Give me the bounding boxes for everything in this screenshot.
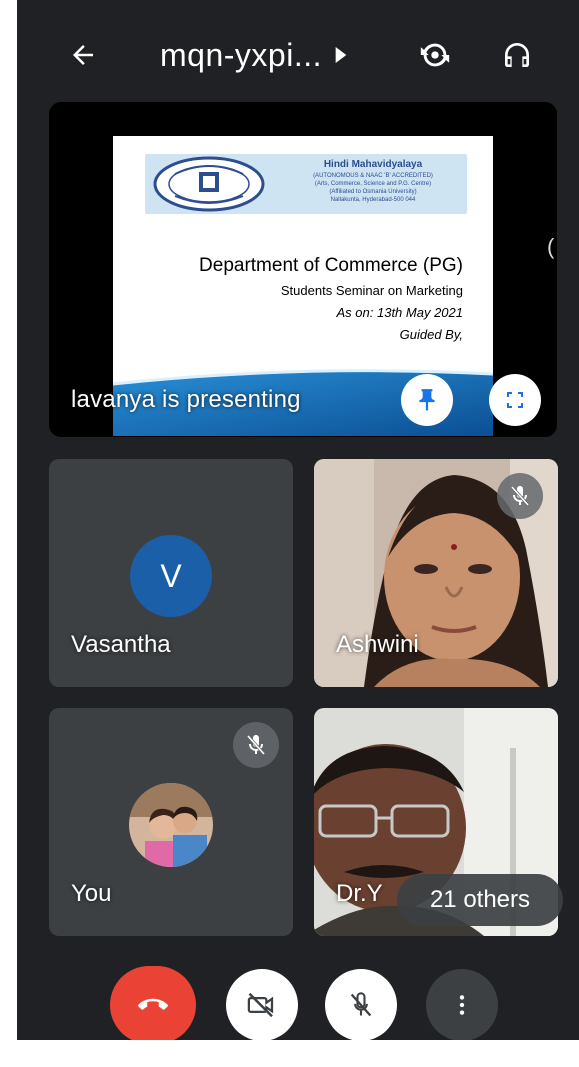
end-call-button[interactable] bbox=[110, 966, 196, 1040]
college-line: (Arts, Commerce, Science and P.G. Centre… bbox=[314, 181, 432, 187]
more-vert-icon bbox=[459, 995, 465, 1015]
mic-off-icon bbox=[350, 992, 372, 1017]
cropped-text: ( bbox=[547, 234, 555, 259]
meeting-title-button[interactable]: mqn-yxpi... bbox=[160, 37, 348, 73]
back-button[interactable] bbox=[59, 31, 107, 79]
college-name: Hindi Mahavidyalaya bbox=[323, 159, 423, 170]
pin-button[interactable] bbox=[401, 374, 453, 426]
participant-tile-vasantha[interactable]: V Vasantha bbox=[49, 459, 293, 687]
slide-guided-by: Guided By, bbox=[399, 327, 463, 342]
fullscreen-button[interactable] bbox=[489, 374, 541, 426]
presentation-tile[interactable]: Hindi Mahavidyalaya (AUTONOMOUS & NAAC '… bbox=[49, 102, 557, 437]
back-arrow-icon bbox=[73, 45, 93, 65]
pin-icon bbox=[419, 389, 435, 411]
switch-camera-icon bbox=[420, 43, 450, 67]
others-count-chip[interactable]: 21 others bbox=[397, 874, 563, 926]
muted-indicator bbox=[497, 473, 543, 519]
meet-call-screen: mqn-yxpi... Hindi Mahavidyalaya (AUTONOM… bbox=[17, 0, 579, 1040]
meeting-code: mqn-yxpi... bbox=[160, 36, 322, 73]
avatar bbox=[129, 783, 213, 867]
switch-camera-button[interactable] bbox=[411, 31, 459, 79]
participant-name: Ashwini bbox=[336, 631, 419, 658]
fullscreen-icon bbox=[507, 392, 523, 408]
camera-off-icon bbox=[247, 992, 274, 1018]
college-seal-logo bbox=[153, 156, 265, 212]
avatar: V bbox=[130, 535, 212, 617]
college-line: (Affiliated to Osmania University) bbox=[329, 189, 417, 195]
caret-right-icon bbox=[335, 47, 347, 63]
college-info: Hindi Mahavidyalaya (AUTONOMOUS & NAAC '… bbox=[283, 158, 463, 204]
participant-tile-you[interactable]: You bbox=[49, 708, 293, 936]
college-line: Nallakunta, Hyderabad-500 044 bbox=[330, 197, 416, 203]
profile-photo bbox=[129, 783, 213, 867]
participant-tile-ashwini[interactable]: Ashwini bbox=[314, 459, 558, 687]
more-options-button[interactable] bbox=[426, 969, 498, 1040]
headphones-icon bbox=[505, 43, 529, 67]
mic-off-icon bbox=[510, 486, 530, 506]
end-call-icon bbox=[138, 998, 168, 1010]
camera-toggle-button[interactable] bbox=[226, 969, 298, 1040]
mic-off-icon bbox=[246, 735, 266, 755]
slide-date: As on: 13th May 2021 bbox=[336, 305, 463, 320]
presenter-label: lavanya is presenting bbox=[71, 386, 301, 413]
audio-output-button[interactable] bbox=[493, 31, 541, 79]
slide-subtitle: Students Seminar on Marketing bbox=[280, 283, 463, 298]
participant-name: Vasantha bbox=[71, 631, 171, 658]
top-app-bar: mqn-yxpi... bbox=[17, 22, 579, 88]
college-line: (AUTONOMOUS & NAAC 'B' ACCREDITED) bbox=[313, 173, 433, 179]
mic-toggle-button[interactable] bbox=[325, 969, 397, 1040]
slide-title: Department of Commerce (PG) bbox=[199, 255, 463, 276]
muted-indicator bbox=[233, 722, 279, 768]
college-banner: Hindi Mahavidyalaya (AUTONOMOUS & NAAC '… bbox=[145, 154, 467, 214]
participant-name: Dr.Y bbox=[336, 880, 383, 907]
participant-name: You bbox=[71, 880, 112, 907]
